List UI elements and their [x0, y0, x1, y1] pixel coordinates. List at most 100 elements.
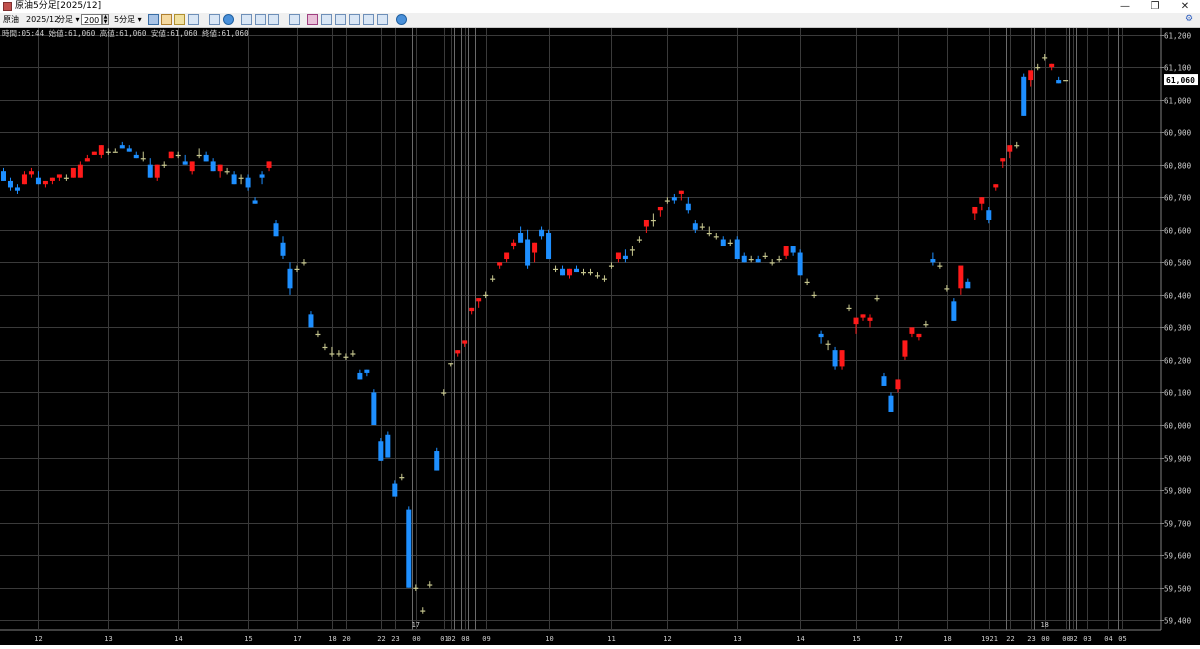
- contract-month[interactable]: 2025/12: [26, 14, 59, 26]
- candle-body: [839, 350, 845, 367]
- candle-body: [392, 483, 398, 497]
- candle-body: [629, 249, 635, 251]
- candle-body: [511, 242, 517, 247]
- chart-type-value: 分足: [57, 15, 73, 24]
- candle-body: [755, 259, 761, 263]
- minimize-button[interactable]: —: [1112, 0, 1138, 13]
- price-tick-label: 59,700: [1164, 520, 1192, 529]
- candle-body: [615, 252, 621, 260]
- candle-body: [441, 392, 447, 394]
- candle-body: [888, 395, 894, 412]
- candle-body: [322, 346, 328, 349]
- candle-body: [574, 268, 580, 273]
- hand-tool-icon[interactable]: [161, 14, 172, 25]
- candle-body: [469, 307, 475, 312]
- restore-button[interactable]: ❐: [1142, 0, 1168, 13]
- time-tick-label: 05: [1118, 635, 1126, 643]
- price-tick-label: 60,200: [1164, 357, 1192, 366]
- chart-a-icon[interactable]: [321, 14, 332, 25]
- time-tick-label: 22: [377, 635, 385, 643]
- candle-body: [364, 369, 370, 373]
- chart-b-icon[interactable]: [335, 14, 346, 25]
- candle-body: [965, 281, 971, 289]
- candle-body: [909, 327, 915, 334]
- pointer-tool-icon[interactable]: [148, 14, 159, 25]
- candle-body: [490, 278, 496, 280]
- candle-body: [217, 164, 223, 172]
- candle-body: [601, 278, 607, 280]
- pencil-tool-icon[interactable]: [174, 14, 185, 25]
- candlestick-chart[interactable]: 61,200 61,100 61,000 60,900 60,800 60,700 60,6…: [0, 28, 1200, 645]
- day-label: 17: [412, 621, 420, 629]
- chart-background: [0, 28, 1200, 645]
- candle-body: [685, 203, 691, 211]
- time-tick-label: 1921: [981, 635, 998, 643]
- interval-dropdown[interactable]: 5分足 ▾: [114, 14, 142, 26]
- price-tick-label: 61,200: [1164, 32, 1192, 41]
- candle-body: [748, 259, 754, 261]
- chart-c-icon[interactable]: [349, 14, 360, 25]
- candle-body: [804, 281, 810, 284]
- candle-body: [664, 200, 670, 202]
- candle-body: [1014, 145, 1020, 147]
- candle-body: [336, 353, 342, 355]
- candle-body: [518, 233, 524, 243]
- chart-area[interactable]: 61,200 61,100 61,000 60,900 60,800 60,700 60,6…: [0, 28, 1200, 645]
- chart-d-icon[interactable]: [363, 14, 374, 25]
- candle-body: [231, 174, 237, 185]
- candle-body: [643, 219, 649, 227]
- candle-body: [126, 148, 132, 152]
- candle-body: [182, 161, 188, 165]
- candle-body: [399, 477, 405, 479]
- time-tick-label: 17: [894, 635, 902, 643]
- time-tick-label: 18: [943, 635, 951, 643]
- bar-chart-icon[interactable]: [289, 14, 300, 25]
- candle-body: [154, 164, 160, 178]
- candle-body: [0, 171, 6, 181]
- candle-body: [350, 353, 356, 355]
- candle-body: [636, 239, 642, 241]
- candle-body: [762, 255, 768, 257]
- candle-body: [119, 145, 125, 149]
- refresh-icon[interactable]: [396, 14, 407, 25]
- chart-e-icon[interactable]: [377, 14, 388, 25]
- time-tick-label: 00: [1041, 635, 1049, 643]
- chart-toggle-icon[interactable]: [223, 14, 234, 25]
- grid-icon[interactable]: [241, 14, 252, 25]
- list-icon[interactable]: [268, 14, 279, 25]
- time-tick-label: 02: [1069, 635, 1077, 643]
- candle-body: [832, 350, 838, 367]
- candle-body: [77, 164, 83, 178]
- close-button[interactable]: ✕: [1172, 0, 1198, 13]
- table-icon[interactable]: [255, 14, 266, 25]
- window-title: 原油5分足[2025/12]: [15, 1, 102, 11]
- candle-body: [14, 187, 20, 191]
- candle-body: [986, 210, 992, 220]
- candle-body: [140, 158, 146, 160]
- candle-body: [28, 171, 34, 175]
- time-tick-label: 13: [104, 635, 112, 643]
- candle-body: [427, 584, 433, 586]
- bar-count-stepper[interactable]: ▲ ▼: [102, 14, 109, 25]
- compare-icon[interactable]: [307, 14, 318, 25]
- candle-body: [1000, 158, 1006, 162]
- candle-body: [462, 340, 468, 344]
- candle-body: [650, 219, 656, 222]
- candle-body: [259, 174, 265, 178]
- candle-body: [98, 145, 104, 155]
- time-tick-label: 15: [852, 635, 860, 643]
- candle-body: [1042, 57, 1048, 59]
- symbol-label[interactable]: 原油: [3, 14, 19, 26]
- price-tick-label: 59,400: [1164, 617, 1192, 626]
- candle-body: [525, 239, 531, 266]
- time-tick-label: 02: [447, 635, 455, 643]
- candle-body: [895, 379, 901, 390]
- bar-count-input[interactable]: 200: [81, 14, 102, 25]
- settings-icon[interactable]: ⚙: [1184, 14, 1195, 25]
- chart-type-dropdown[interactable]: 分足 ▾: [57, 14, 80, 26]
- chevron-down-icon: ▾: [137, 15, 142, 24]
- time-tick-label: 12: [34, 635, 42, 643]
- trend-line-tool-icon[interactable]: [188, 14, 199, 25]
- zoom-tool-icon[interactable]: [209, 14, 220, 25]
- price-tick-label: 60,800: [1164, 162, 1192, 171]
